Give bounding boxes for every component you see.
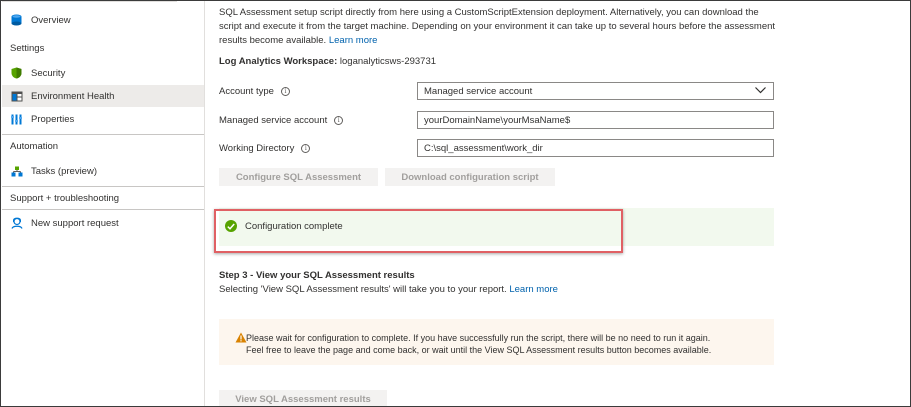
msa-input[interactable]: yourDomainName\yourMsaName$ xyxy=(417,111,774,129)
sidebar-item-label: Properties xyxy=(31,113,75,125)
download-configuration-script-button[interactable]: Download configuration script xyxy=(385,168,555,186)
shield-icon xyxy=(10,67,23,80)
app-frame: Overview Settings Security Environment H… xyxy=(0,0,911,407)
warning-line-1: Please wait for configuration to complet… xyxy=(246,333,711,343)
info-icon[interactable]: i xyxy=(301,144,311,153)
support-person-icon xyxy=(10,217,23,230)
account-type-dropdown[interactable]: Managed service account xyxy=(417,82,774,100)
configure-sql-assessment-button[interactable]: Configure SQL Assessment xyxy=(219,168,378,186)
warning-message: Please wait for configuration to complet… xyxy=(219,319,774,365)
workdir-input[interactable]: C:\sql_assessment\work_dir xyxy=(417,139,774,157)
sidebar-item-overview[interactable]: Overview xyxy=(2,9,204,31)
msa-label-text: Managed service account xyxy=(219,115,328,126)
sidebar-item-environment-health[interactable]: Environment Health xyxy=(2,85,204,107)
intro-text: SQL Assessment setup script directly fro… xyxy=(219,7,776,46)
sidebar-item-security[interactable]: Security xyxy=(2,62,204,84)
workdir-label-text: Working Directory xyxy=(219,143,295,154)
msa-value: yourDomainName\yourMsaName$ xyxy=(424,114,571,126)
intro-learn-more-link[interactable]: Learn more xyxy=(329,35,378,46)
section-settings: Settings xyxy=(10,43,45,54)
info-icon[interactable]: i xyxy=(334,116,344,125)
account-type-value: Managed service account xyxy=(424,85,533,97)
workspace-label: Log Analytics Workspace: xyxy=(219,56,338,67)
sidebar-item-properties[interactable]: Properties xyxy=(2,108,204,130)
workspace-value: loganalyticsws-293731 xyxy=(337,56,437,67)
step3-title: Step 3 - View your SQL Assessment result… xyxy=(219,270,415,281)
sidebar-item-label: Overview xyxy=(31,14,71,26)
chevron-down-icon xyxy=(755,86,766,97)
workspace-info: Log Analytics Workspace: loganalyticsws-… xyxy=(219,56,436,67)
view-sql-assessment-results-button[interactable]: View SQL Assessment results xyxy=(219,390,387,406)
warning-icon xyxy=(235,332,247,346)
step3-learn-more-link[interactable]: Learn more xyxy=(509,284,558,295)
account-type-label-text: Account type xyxy=(219,86,274,97)
tasks-icon xyxy=(10,165,23,178)
sidebar-divider xyxy=(2,134,204,135)
section-automation: Automation xyxy=(10,141,59,152)
sql-server-icon xyxy=(10,14,23,27)
main-content: SQL Assessment setup script directly fro… xyxy=(206,1,910,406)
step3-description-text: Selecting 'View SQL Assessment results' … xyxy=(219,284,510,295)
warning-line-2: Feel free to leave the page and come bac… xyxy=(246,345,712,355)
section-support: Support + troubleshooting xyxy=(10,193,120,204)
sidebar-item-label: Environment Health xyxy=(31,90,115,102)
info-icon[interactable]: i xyxy=(280,87,290,96)
sidebar-item-label: New support request xyxy=(31,217,119,229)
environment-health-icon xyxy=(10,90,23,103)
sidebar: Overview Settings Security Environment H… xyxy=(2,1,205,406)
highlight-box xyxy=(214,209,623,253)
sidebar-item-new-support-request[interactable]: New support request xyxy=(2,212,204,234)
intro-paragraph: SQL Assessment setup script directly fro… xyxy=(219,6,779,48)
workdir-label: Working Directory i xyxy=(219,143,311,154)
sidebar-divider xyxy=(2,209,204,210)
account-type-label: Account type i xyxy=(219,86,290,97)
properties-icon xyxy=(10,113,23,126)
sidebar-divider xyxy=(2,186,204,187)
sidebar-item-label: Tasks (preview) xyxy=(31,165,97,177)
sidebar-item-tasks[interactable]: Tasks (preview) xyxy=(2,160,204,182)
step3-description: Selecting 'View SQL Assessment results' … xyxy=(219,284,558,295)
workdir-value: C:\sql_assessment\work_dir xyxy=(424,142,543,154)
sidebar-item-label: Security xyxy=(31,67,66,79)
sidebar-top-divider xyxy=(2,1,177,4)
msa-label: Managed service account i xyxy=(219,115,344,126)
